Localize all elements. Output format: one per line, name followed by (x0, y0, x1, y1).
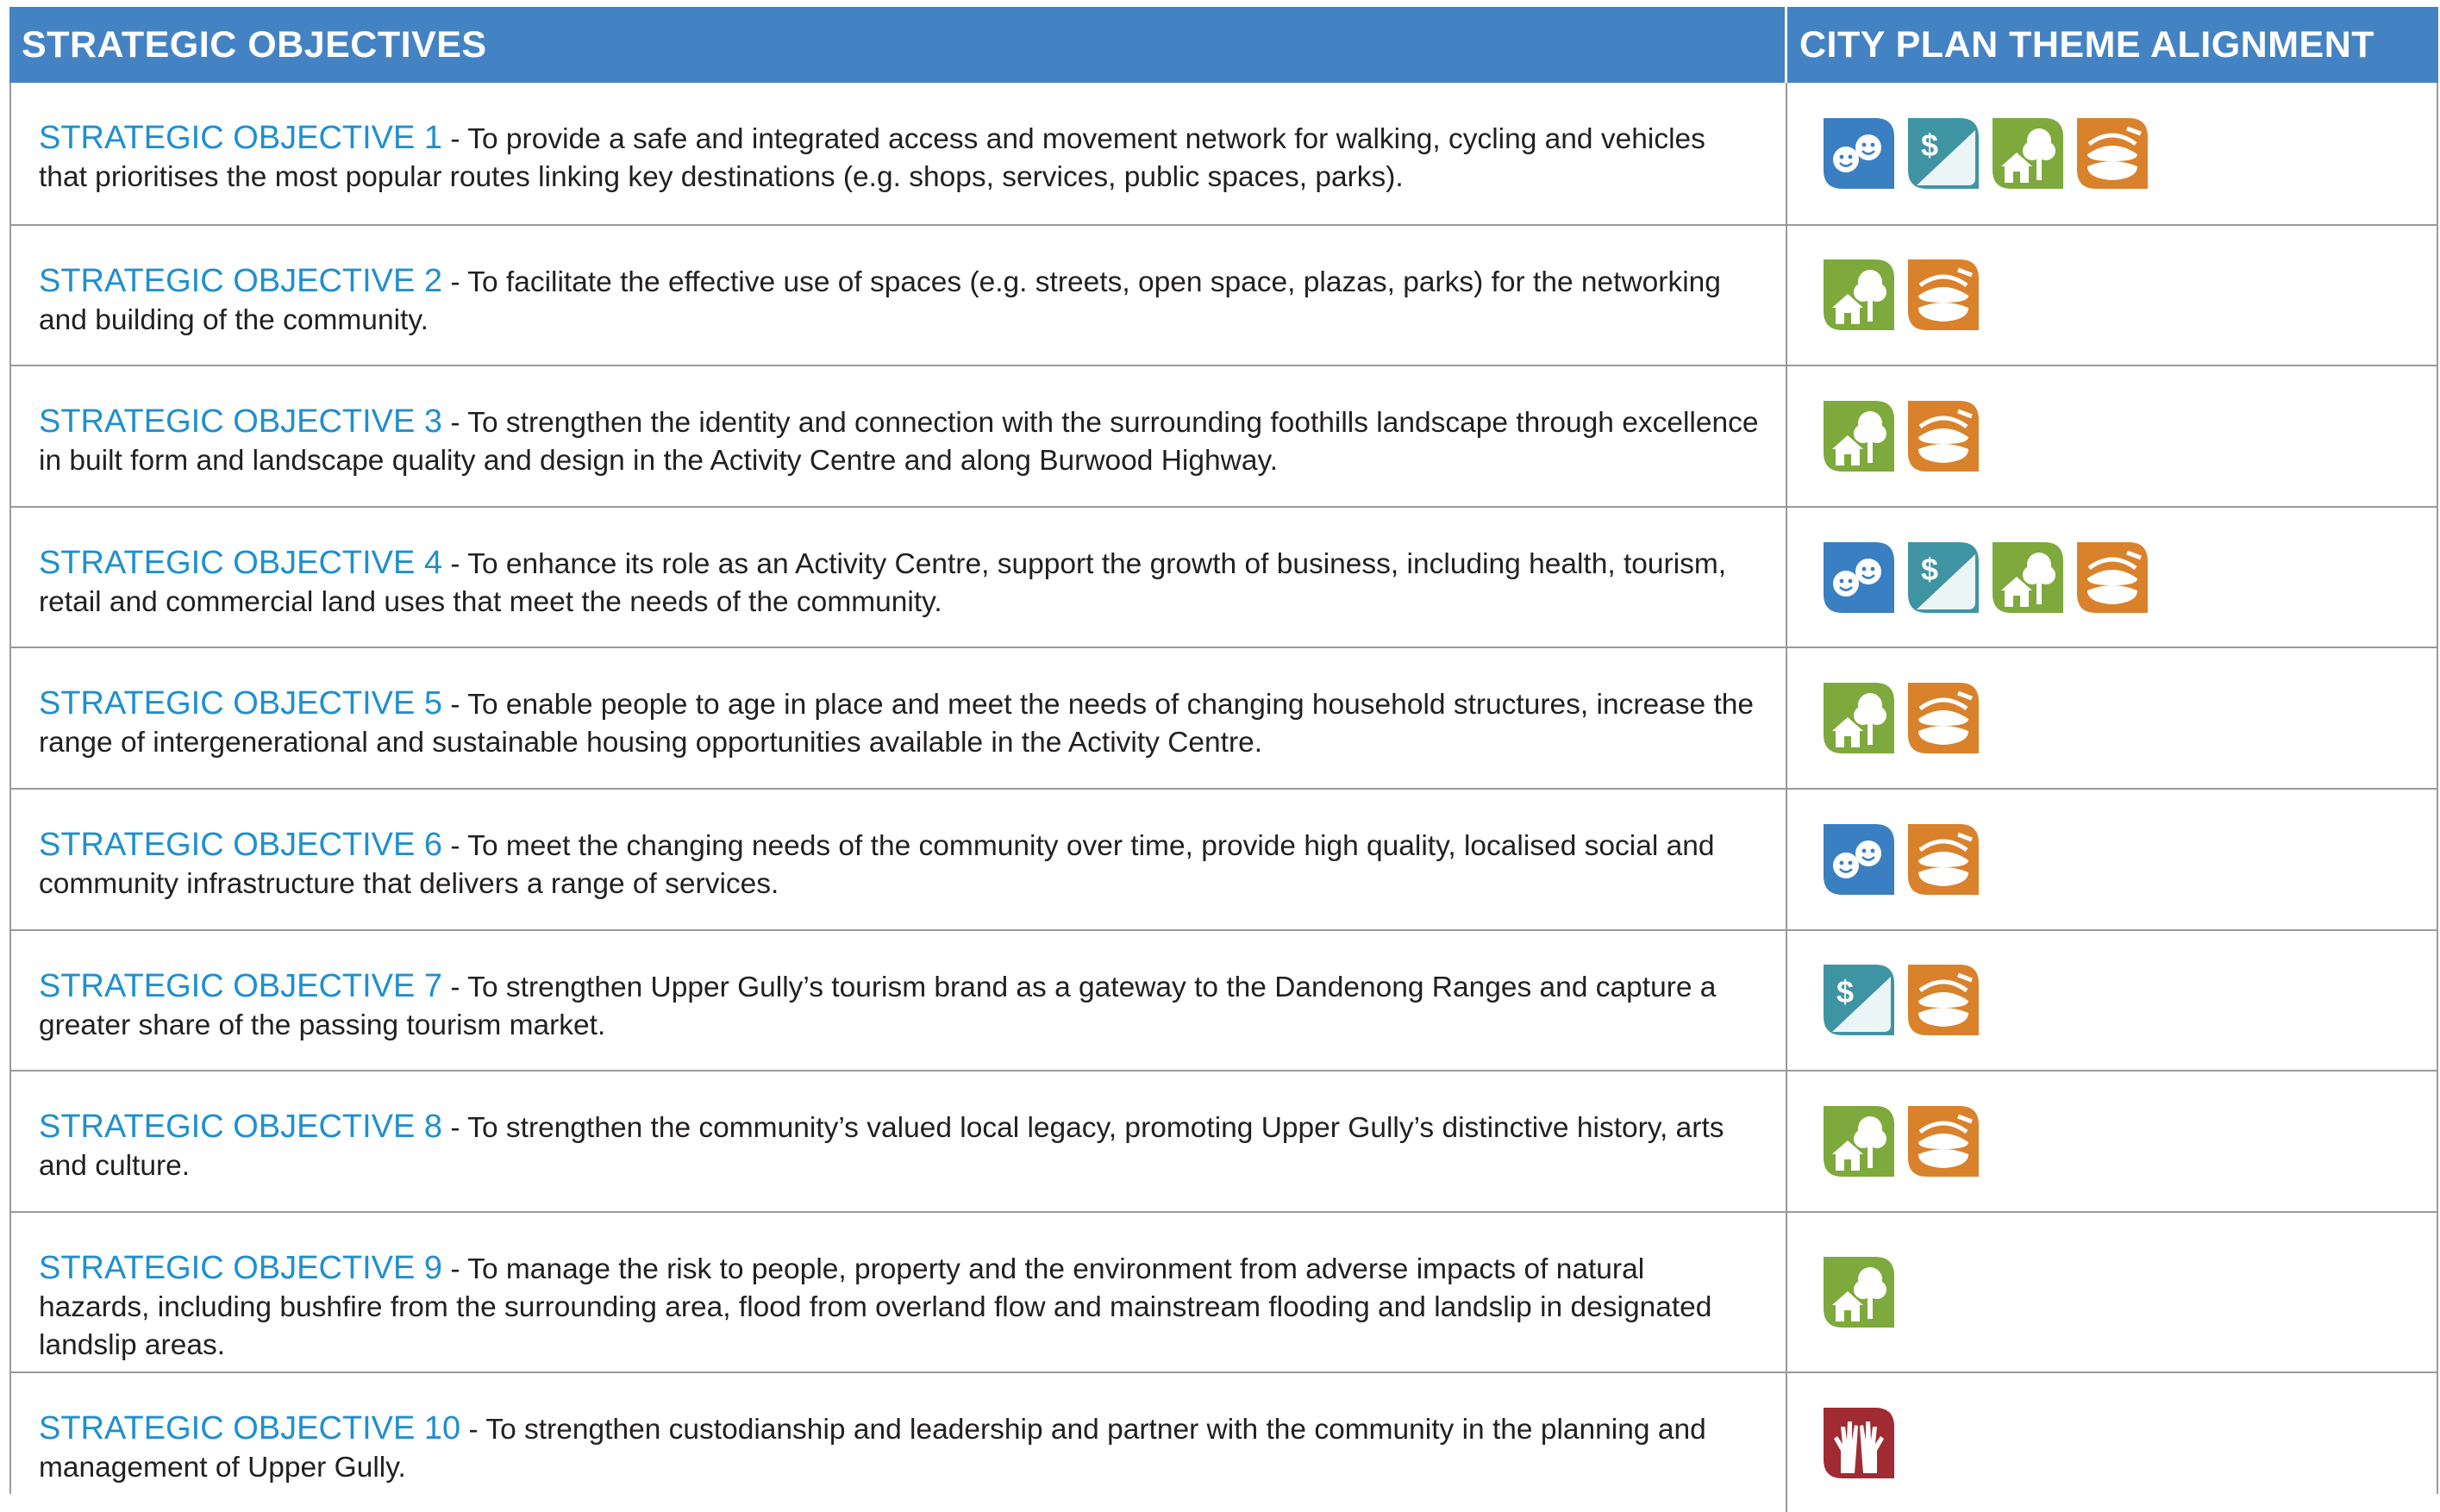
community-icon (1908, 683, 1979, 754)
objective-label: STRATEGIC OBJECTIVE 6 (39, 826, 443, 863)
theme-alignment-cell: $ (1787, 931, 2438, 1071)
economy-icon: $ (1824, 965, 1894, 1036)
community-icon (1908, 1105, 1979, 1177)
economy-icon: $ (1908, 541, 1979, 613)
table-row: STRATEGIC OBJECTIVE 8 - To strengthen th… (9, 1070, 2438, 1211)
objectives-table: STRATEGIC OBJECTIVES CITY PLAN THEME ALI… (9, 7, 2438, 1512)
objective-cell: STRATEGIC OBJECTIVE 1 - To provide a saf… (9, 83, 1787, 224)
table-header: STRATEGIC OBJECTIVES CITY PLAN THEME ALI… (9, 7, 2438, 83)
svg-text:$: $ (1921, 128, 1938, 163)
table-row: STRATEGIC OBJECTIVE 10 - To strengthen c… (9, 1371, 2438, 1512)
objective-label: STRATEGIC OBJECTIVE 5 (39, 685, 443, 722)
community-icon (2077, 541, 2148, 613)
place-icon (1993, 541, 2063, 613)
objective-cell: STRATEGIC OBJECTIVE 2 - To facilitate th… (9, 225, 1787, 366)
objective-cell: STRATEGIC OBJECTIVE 8 - To strengthen th… (9, 1072, 1787, 1211)
people-icon (1824, 823, 1894, 895)
table-row: STRATEGIC OBJECTIVE 1 - To provide a saf… (9, 83, 2438, 224)
place-icon (1993, 117, 2063, 189)
people-icon (1824, 541, 1894, 613)
theme-alignment-cell (1787, 366, 2438, 506)
theme-alignment-cell (1787, 1072, 2438, 1211)
table-row: STRATEGIC OBJECTIVE 4 - To enhance its r… (9, 505, 2438, 647)
objective-label: STRATEGIC OBJECTIVE 2 (39, 262, 443, 299)
objective-cell: STRATEGIC OBJECTIVE 6 - To meet the chan… (9, 789, 1787, 929)
table-row: STRATEGIC OBJECTIVE 6 - To meet the chan… (9, 787, 2438, 929)
place-icon (1824, 400, 1894, 472)
theme-alignment-cell (1787, 1373, 2438, 1512)
objective-cell: STRATEGIC OBJECTIVE 10 - To strengthen c… (9, 1372, 1787, 1512)
svg-text:$: $ (1921, 552, 1938, 587)
header-city-plan-theme-alignment: CITY PLAN THEME ALIGNMENT (1799, 23, 2375, 66)
theme-alignment-cell (1787, 226, 2438, 366)
objective-label: STRATEGIC OBJECTIVE 7 (39, 967, 443, 1004)
leadership-icon (1824, 1407, 1894, 1478)
place-icon (1824, 1256, 1894, 1328)
place-icon (1824, 1105, 1894, 1177)
theme-alignment-cell (1787, 648, 2438, 788)
objective-cell: STRATEGIC OBJECTIVE 7 - To strengthen Up… (9, 930, 1787, 1071)
table-row: STRATEGIC OBJECTIVE 5 - To enable people… (9, 647, 2438, 788)
objective-cell: STRATEGIC OBJECTIVE 9 - To manage the ri… (9, 1212, 1787, 1371)
objective-label: STRATEGIC OBJECTIVE 4 (39, 544, 443, 581)
place-icon (1824, 259, 1894, 331)
objective-cell: STRATEGIC OBJECTIVE 3 - To strengthen th… (9, 366, 1787, 506)
community-icon (2077, 117, 2148, 189)
svg-text:$: $ (1836, 974, 1854, 1009)
objective-label: STRATEGIC OBJECTIVE 10 (39, 1409, 461, 1446)
objective-label: STRATEGIC OBJECTIVE 9 (39, 1249, 443, 1286)
community-icon (1908, 400, 1979, 472)
table-body: STRATEGIC OBJECTIVE 1 - To provide a saf… (9, 83, 2438, 1512)
community-icon (1908, 823, 1979, 895)
place-icon (1824, 683, 1894, 754)
table-row: STRATEGIC OBJECTIVE 2 - To facilitate th… (9, 223, 2438, 366)
theme-alignment-cell: $ (1787, 83, 2438, 224)
objective-label: STRATEGIC OBJECTIVE 8 (39, 1109, 443, 1146)
table-row: STRATEGIC OBJECTIVE 7 - To strengthen Up… (9, 928, 2438, 1071)
objective-label: STRATEGIC OBJECTIVE 1 (39, 120, 443, 156)
economy-icon: $ (1908, 117, 1979, 189)
community-icon (1908, 259, 1979, 331)
objective-cell: STRATEGIC OBJECTIVE 4 - To enhance its r… (9, 507, 1787, 647)
theme-alignment-cell (1787, 790, 2438, 929)
objective-label: STRATEGIC OBJECTIVE 3 (39, 403, 443, 440)
header-strategic-objectives: STRATEGIC OBJECTIVES (9, 7, 1787, 83)
theme-alignment-cell (1787, 1213, 2438, 1371)
objective-cell: STRATEGIC OBJECTIVE 5 - To enable people… (9, 648, 1787, 788)
table-row: STRATEGIC OBJECTIVE 3 - To strengthen th… (9, 365, 2438, 506)
table-row: STRATEGIC OBJECTIVE 9 - To manage the ri… (9, 1210, 2438, 1371)
community-icon (1908, 965, 1979, 1036)
theme-alignment-cell: $ (1787, 508, 2438, 647)
people-icon (1824, 117, 1894, 189)
